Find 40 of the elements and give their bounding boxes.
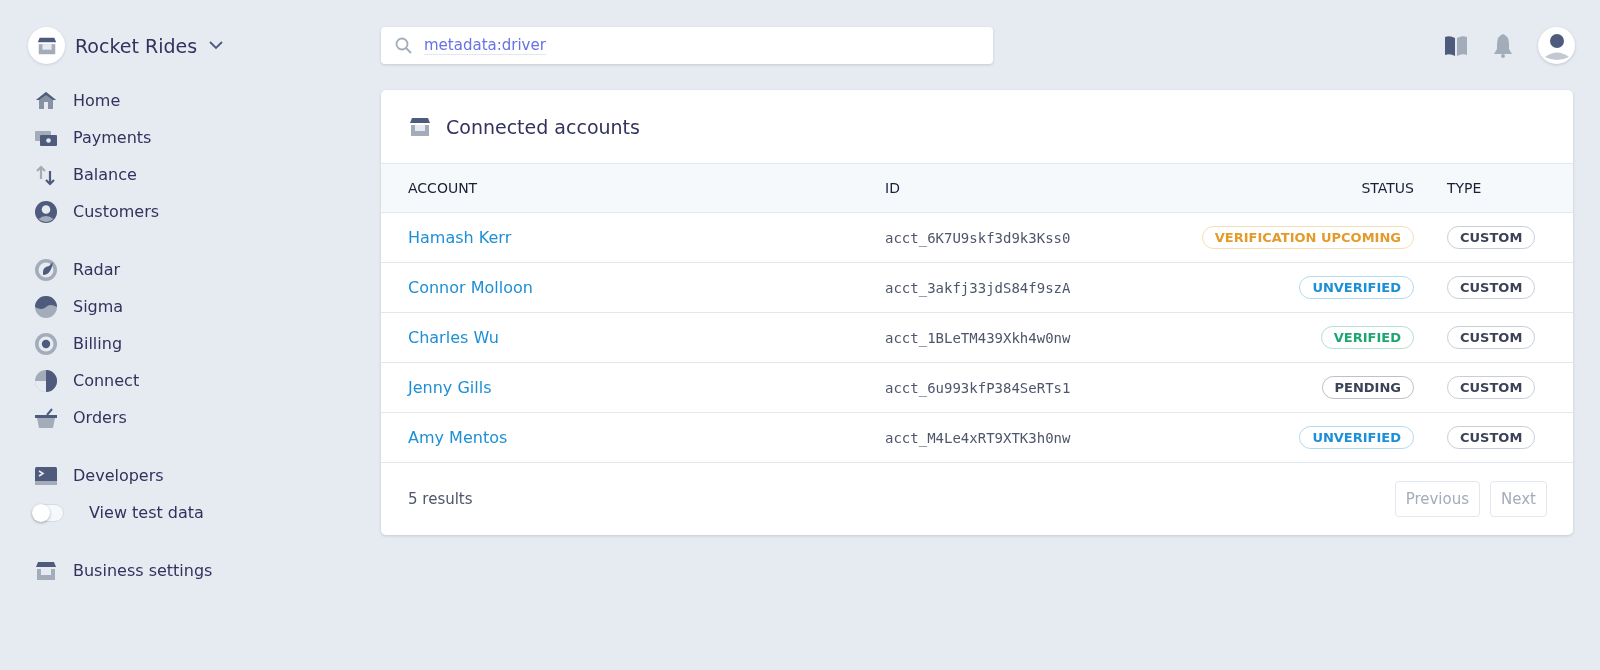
account-id: acct_6u993kfP384SeRTs1 <box>885 380 1071 396</box>
account-id: acct_M4Le4xRT9XTK3h0nw <box>885 430 1071 446</box>
sidebar-item[interactable]: Business settings <box>73 561 213 580</box>
store-logo <box>28 27 65 64</box>
search-icon <box>395 37 412 54</box>
sidebar-item[interactable]: Radar <box>73 260 121 279</box>
result-count: 5 results <box>408 490 473 508</box>
radar-icon <box>34 257 58 282</box>
pie-icon <box>34 368 58 393</box>
sidebar-item[interactable]: Connect <box>73 371 140 390</box>
column-header: ACCOUNT <box>381 164 884 213</box>
account-name[interactable]: Rocket Rides <box>75 34 198 57</box>
column-header: STATUS <box>1131 164 1415 213</box>
search-field[interactable]: metadata:driver <box>381 27 993 64</box>
account-id: acct_3akfj33jdS84f9szA <box>885 280 1071 296</box>
toggle-label: View test data <box>89 503 204 522</box>
sidebar-item[interactable]: Sigma <box>73 297 124 316</box>
sidebar-item[interactable]: Developers <box>73 466 164 485</box>
person-icon <box>34 199 58 224</box>
account-id: acct_6K7U9skf3d9k3Kss0 <box>885 230 1071 246</box>
sidebar-item[interactable]: Home <box>73 91 121 110</box>
account-link[interactable]: Charles Wu <box>408 328 499 347</box>
sidebar-item[interactable]: Customers <box>73 202 160 221</box>
account-link[interactable]: Connor Molloon <box>408 278 533 297</box>
book-icon[interactable] <box>1444 34 1468 57</box>
account-link[interactable]: Hamash Kerr <box>408 228 512 247</box>
account-link[interactable]: Amy Mentos <box>408 428 508 447</box>
sidebar-item[interactable]: Payments <box>73 128 152 147</box>
target-icon <box>34 331 58 356</box>
sidebar-item[interactable]: Billing <box>73 334 123 353</box>
account-id: acct_1BLeTM439Xkh4w0nw <box>885 330 1071 346</box>
column-header: ID <box>884 164 1132 213</box>
avatar[interactable] <box>1538 27 1575 64</box>
sidebar-item[interactable]: Balance <box>73 165 137 184</box>
account-link[interactable]: Jenny Gills <box>408 378 492 397</box>
card-title: Connected accounts <box>446 115 640 138</box>
chevron-down-icon[interactable] <box>209 41 224 50</box>
sidebar-item[interactable]: Orders <box>73 408 127 427</box>
column-header: TYPE <box>1415 164 1573 213</box>
toggle-switch[interactable] <box>32 503 64 522</box>
